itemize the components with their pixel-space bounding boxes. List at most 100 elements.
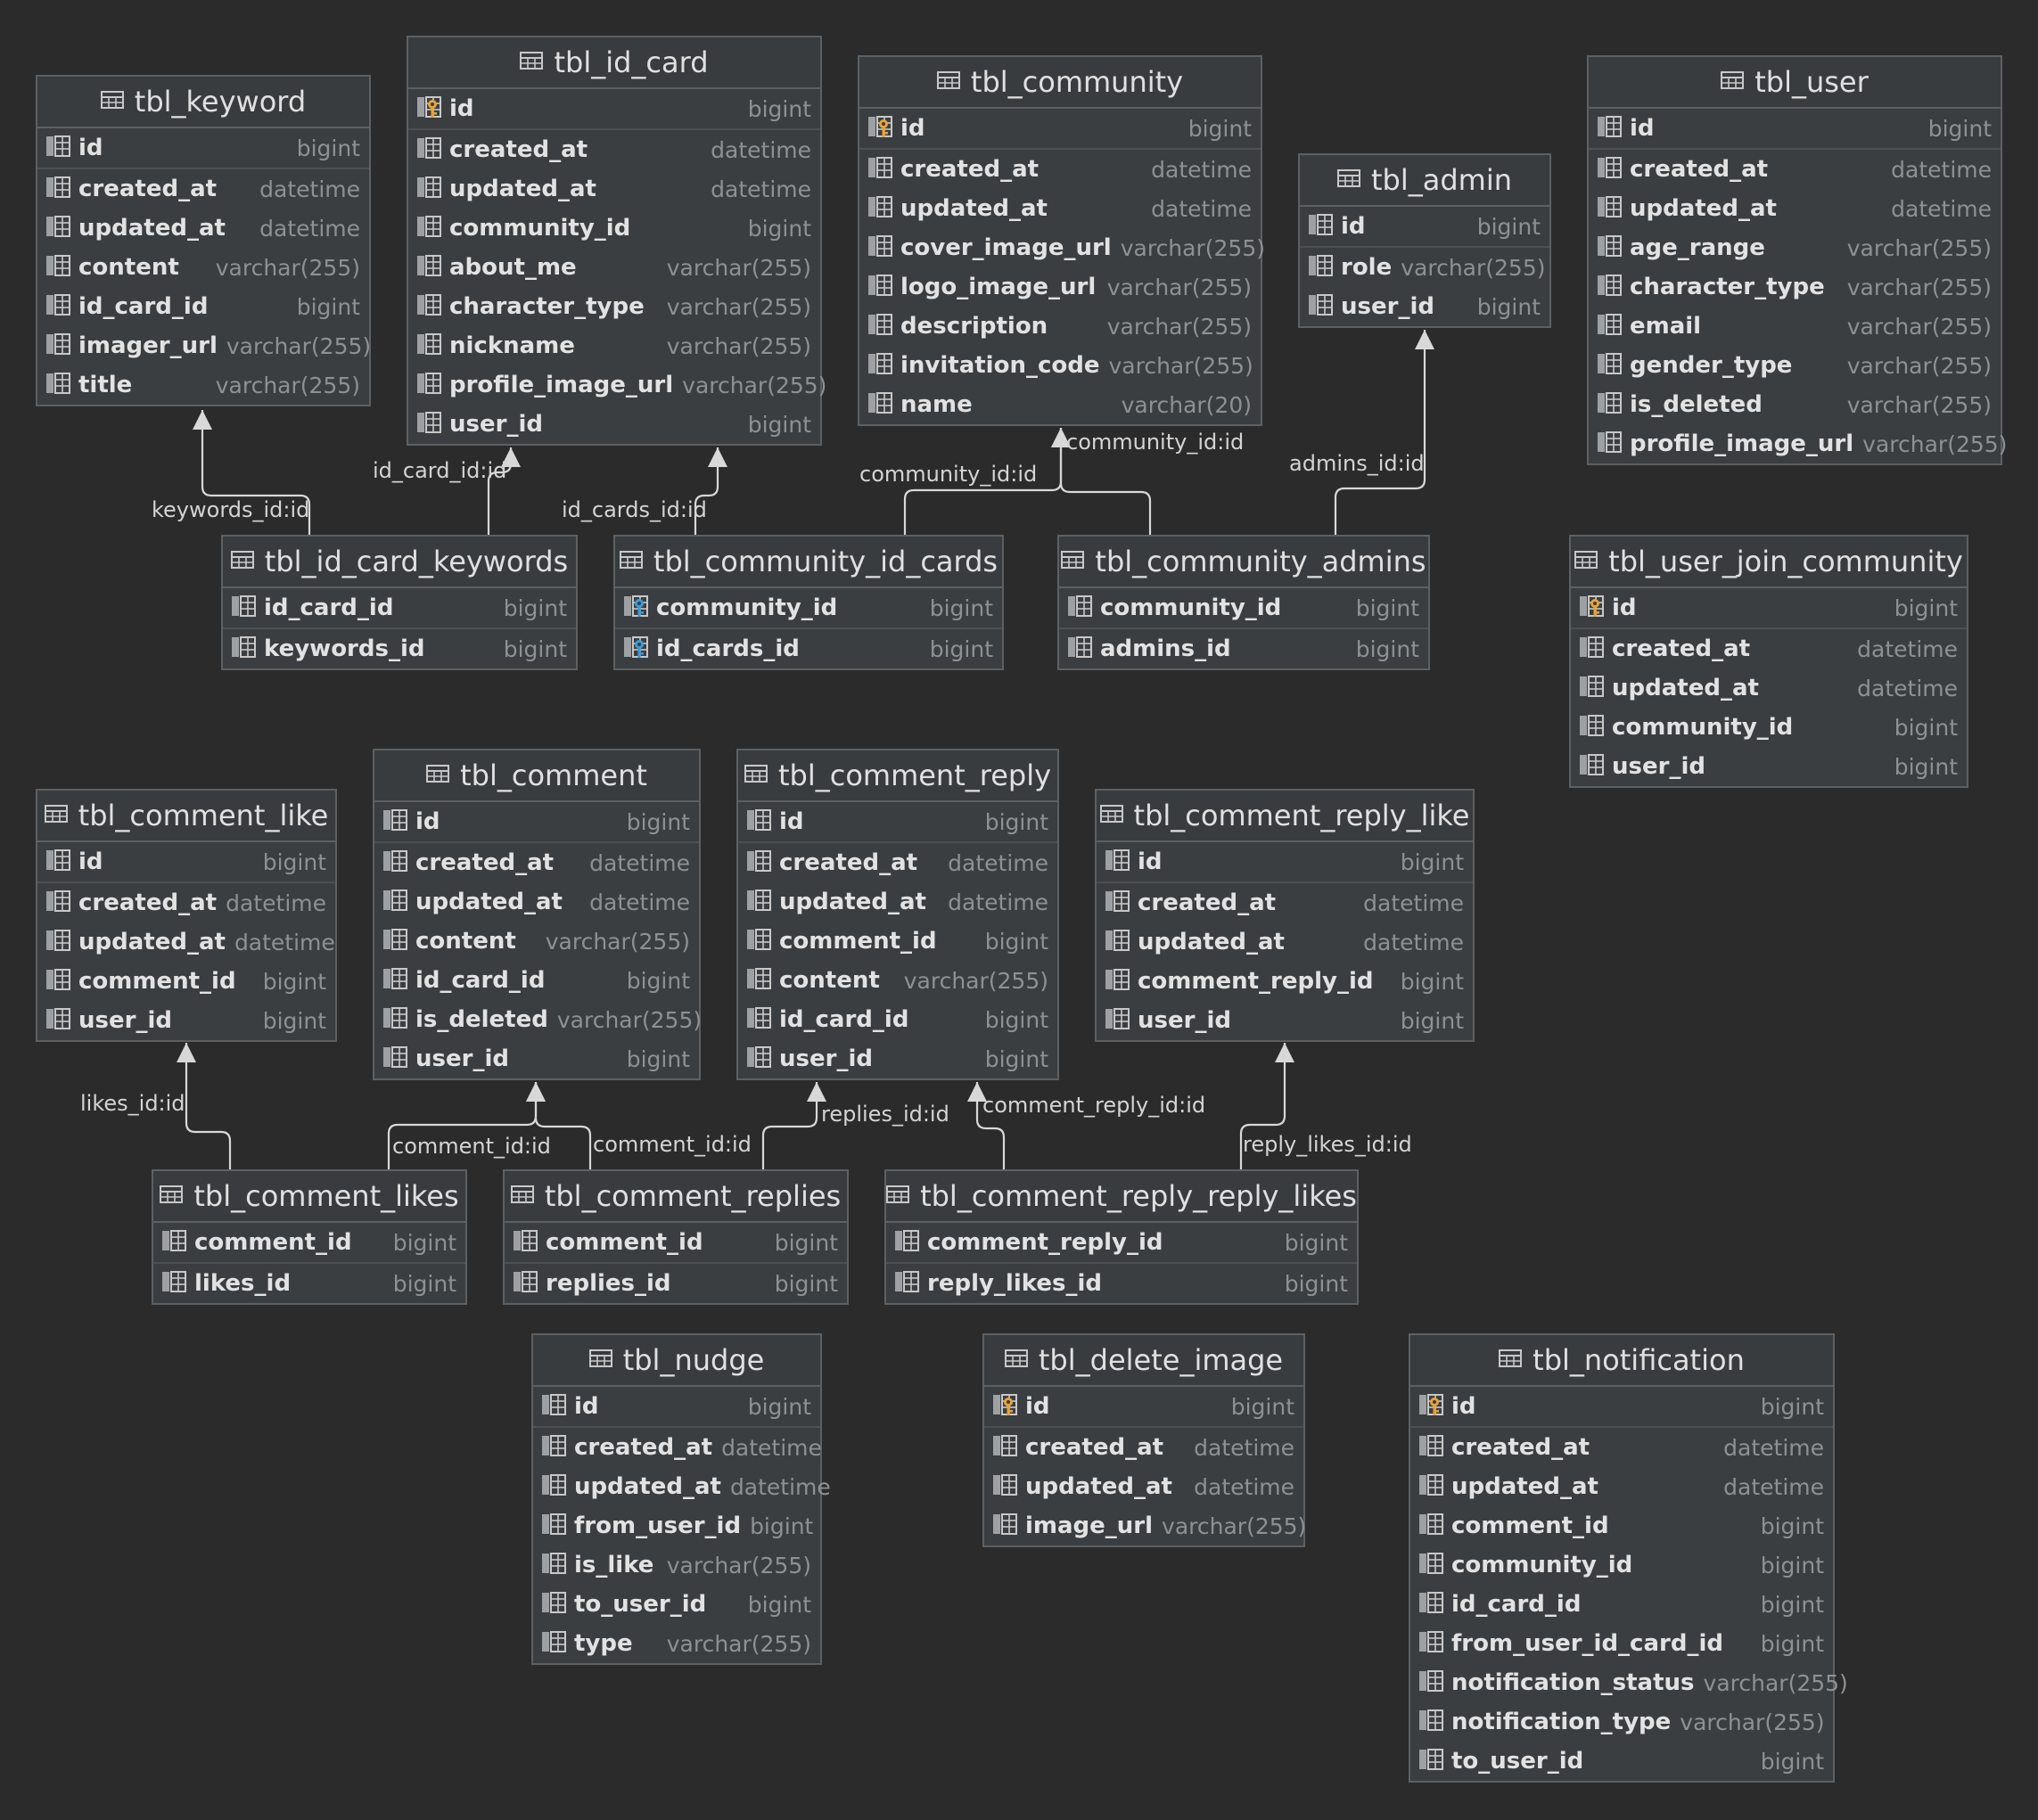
column-row[interactable]: imager_url varchar(255) bbox=[37, 326, 371, 365]
column-row[interactable]: id bigint bbox=[1410, 1387, 1833, 1428]
table-tbl-user-join-community[interactable]: tbl_user_join_community id bigint created_a… bbox=[1569, 535, 1968, 788]
column-row[interactable]: content varchar(255) bbox=[37, 248, 369, 287]
column-row[interactable]: updated_at datetime bbox=[1589, 189, 2001, 228]
column-row[interactable]: user_id bigint bbox=[37, 1001, 335, 1040]
column-row[interactable]: profile_image_url varchar(255) bbox=[408, 365, 826, 405]
column-row[interactable]: created_at datetime bbox=[374, 843, 699, 882]
column-row[interactable]: user_id bigint bbox=[1300, 287, 1549, 326]
column-row[interactable]: community_id bigint bbox=[408, 209, 820, 248]
table-tbl-community-admins[interactable]: tbl_community_admins community_id bigint ad… bbox=[1057, 535, 1430, 670]
table-tbl-id-card[interactable]: tbl_id_card id bigint created_at datetime upd… bbox=[407, 36, 826, 446]
column-row[interactable]: id bigint bbox=[37, 842, 335, 883]
table-tbl-comment-reply[interactable]: tbl_comment_reply id bigint created_at datet… bbox=[736, 749, 1059, 1080]
column-row[interactable]: id_card_id bigint bbox=[37, 287, 369, 326]
table-tbl-comment[interactable]: tbl_comment id bigint created_at datetime upd… bbox=[373, 749, 702, 1080]
column-row[interactable]: user_id bigint bbox=[408, 405, 820, 444]
column-row[interactable]: notification_type varchar(255) bbox=[1410, 1702, 1833, 1742]
column-row[interactable]: updated_at datetime bbox=[984, 1467, 1303, 1506]
column-row[interactable]: updated_at datetime bbox=[533, 1467, 831, 1506]
column-row[interactable]: id bigint bbox=[1589, 109, 2001, 150]
table-header[interactable]: tbl_community_admins bbox=[1059, 537, 1428, 588]
column-row[interactable]: content varchar(255) bbox=[738, 961, 1057, 1000]
relationship-line[interactable] bbox=[185, 1043, 232, 1169]
column-row[interactable]: user_id bigint bbox=[1571, 747, 1967, 786]
table-header[interactable]: tbl_admin bbox=[1300, 155, 1549, 207]
table-header[interactable]: tbl_id_card bbox=[408, 37, 820, 89]
column-row[interactable]: updated_at datetime bbox=[37, 922, 335, 962]
column-row[interactable]: id_card_id bigint bbox=[374, 961, 699, 1000]
column-row[interactable]: profile_image_url varchar(255) bbox=[1589, 424, 2007, 463]
column-row[interactable]: role varchar(255) bbox=[1300, 248, 1549, 287]
column-row[interactable]: updated_at datetime bbox=[408, 169, 820, 209]
column-row[interactable]: user_id bigint bbox=[1097, 1001, 1473, 1040]
column-row[interactable]: logo_image_url varchar(255) bbox=[859, 267, 1261, 307]
column-row[interactable]: community_id bigint bbox=[1059, 588, 1428, 629]
column-row[interactable]: comment_id bigint bbox=[1410, 1506, 1833, 1545]
column-row[interactable]: created_at datetime bbox=[1097, 883, 1473, 922]
column-row[interactable]: invitation_code varchar(255) bbox=[859, 346, 1261, 385]
table-header[interactable]: tbl_delete_image bbox=[984, 1335, 1303, 1387]
column-row[interactable]: type varchar(255) bbox=[533, 1624, 820, 1663]
column-row[interactable]: created_at datetime bbox=[1410, 1428, 1833, 1467]
column-row[interactable]: id_card_id bigint bbox=[223, 588, 576, 629]
table-header[interactable]: tbl_comment_like bbox=[37, 791, 335, 842]
column-row[interactable]: title varchar(255) bbox=[37, 365, 369, 405]
table-tbl-id-card-keywords[interactable]: tbl_id_card_keywords id_card_id bigint keyw… bbox=[221, 535, 578, 670]
column-row[interactable]: age_range varchar(255) bbox=[1589, 228, 2001, 267]
column-row[interactable]: character_type varchar(255) bbox=[408, 287, 820, 326]
table-header[interactable]: tbl_comment_likes bbox=[153, 1171, 465, 1223]
column-row[interactable]: gender_type varchar(255) bbox=[1589, 346, 2001, 385]
table-header[interactable]: tbl_id_card_keywords bbox=[223, 537, 576, 588]
column-row[interactable]: id bigint bbox=[374, 802, 699, 843]
column-row[interactable]: updated_at datetime bbox=[1571, 668, 1967, 708]
column-row[interactable]: comment_reply_id bigint bbox=[1097, 962, 1473, 1001]
table-tbl-admin[interactable]: tbl_admin id bigint role varchar(255) user_id… bbox=[1298, 153, 1551, 328]
column-row[interactable]: created_at datetime bbox=[533, 1428, 822, 1467]
column-row[interactable]: id_card_id bigint bbox=[1410, 1585, 1833, 1624]
column-row[interactable]: content varchar(255) bbox=[374, 922, 699, 961]
column-row[interactable]: community_id bigint bbox=[615, 588, 1002, 629]
column-row[interactable]: comment_id bigint bbox=[153, 1223, 465, 1264]
table-header[interactable]: tbl_comment bbox=[374, 750, 699, 802]
table-header[interactable]: tbl_community_id_cards bbox=[615, 537, 1002, 588]
column-row[interactable]: community_id bigint bbox=[1571, 708, 1967, 747]
column-row[interactable]: admins_id bigint bbox=[1059, 629, 1428, 668]
column-row[interactable]: comment_id bigint bbox=[505, 1223, 847, 1264]
table-tbl-comment-likes[interactable]: tbl_comment_likes comment_id bigint likes_i… bbox=[152, 1169, 467, 1305]
table-header[interactable]: tbl_user bbox=[1589, 57, 2001, 109]
column-row[interactable]: id bigint bbox=[859, 109, 1261, 150]
column-row[interactable]: name varchar(20) bbox=[859, 385, 1261, 424]
column-row[interactable]: id bigint bbox=[984, 1387, 1303, 1428]
table-header[interactable]: tbl_comment_reply bbox=[738, 750, 1057, 802]
table-tbl-comment-reply-reply-likes[interactable]: tbl_comment_reply_reply_likes comment_rep… bbox=[884, 1169, 1359, 1305]
column-row[interactable]: created_at datetime bbox=[984, 1428, 1303, 1467]
table-header[interactable]: tbl_notification bbox=[1410, 1335, 1833, 1387]
column-row[interactable]: updated_at datetime bbox=[1410, 1467, 1833, 1506]
column-row[interactable]: created_at datetime bbox=[1571, 629, 1967, 668]
column-row[interactable]: id bigint bbox=[533, 1387, 820, 1428]
column-row[interactable]: likes_id bigint bbox=[153, 1264, 465, 1303]
table-tbl-comment-replies[interactable]: tbl_comment_replies comment_id bigint repli… bbox=[503, 1169, 849, 1305]
column-row[interactable]: keywords_id bigint bbox=[223, 629, 576, 668]
column-row[interactable]: id bigint bbox=[738, 802, 1057, 843]
column-row[interactable]: image_url varchar(255) bbox=[984, 1506, 1306, 1545]
column-row[interactable]: user_id bigint bbox=[738, 1039, 1057, 1078]
column-row[interactable]: notification_status varchar(255) bbox=[1410, 1663, 1848, 1702]
column-row[interactable]: created_at datetime bbox=[738, 843, 1057, 882]
column-row[interactable]: community_id bigint bbox=[1410, 1545, 1833, 1585]
table-header[interactable]: tbl_keyword bbox=[37, 77, 369, 128]
column-row[interactable]: to_user_id bigint bbox=[1410, 1742, 1833, 1781]
column-row[interactable]: comment_id bigint bbox=[37, 962, 335, 1001]
column-row[interactable]: reply_likes_id bigint bbox=[886, 1264, 1357, 1303]
column-row[interactable]: updated_at datetime bbox=[738, 882, 1057, 922]
relationship-line[interactable] bbox=[1334, 330, 1426, 535]
table-tbl-notification[interactable]: tbl_notification id bigint created_at dateti… bbox=[1409, 1333, 1848, 1783]
table-tbl-community[interactable]: tbl_community id bigint created_at datetime u… bbox=[858, 55, 1265, 426]
column-row[interactable]: id bigint bbox=[1571, 588, 1967, 629]
table-tbl-comment-reply-like[interactable]: tbl_comment_reply_like id bigint created_at… bbox=[1095, 789, 1475, 1042]
column-row[interactable]: from_user_id bigint bbox=[533, 1506, 820, 1545]
column-row[interactable]: id_card_id bigint bbox=[738, 1000, 1057, 1039]
table-header[interactable]: tbl_user_join_community bbox=[1571, 537, 1967, 588]
column-row[interactable]: created_at datetime bbox=[1589, 150, 2001, 189]
table-tbl-keyword[interactable]: tbl_keyword id bigint created_at datetime upd… bbox=[36, 75, 371, 406]
